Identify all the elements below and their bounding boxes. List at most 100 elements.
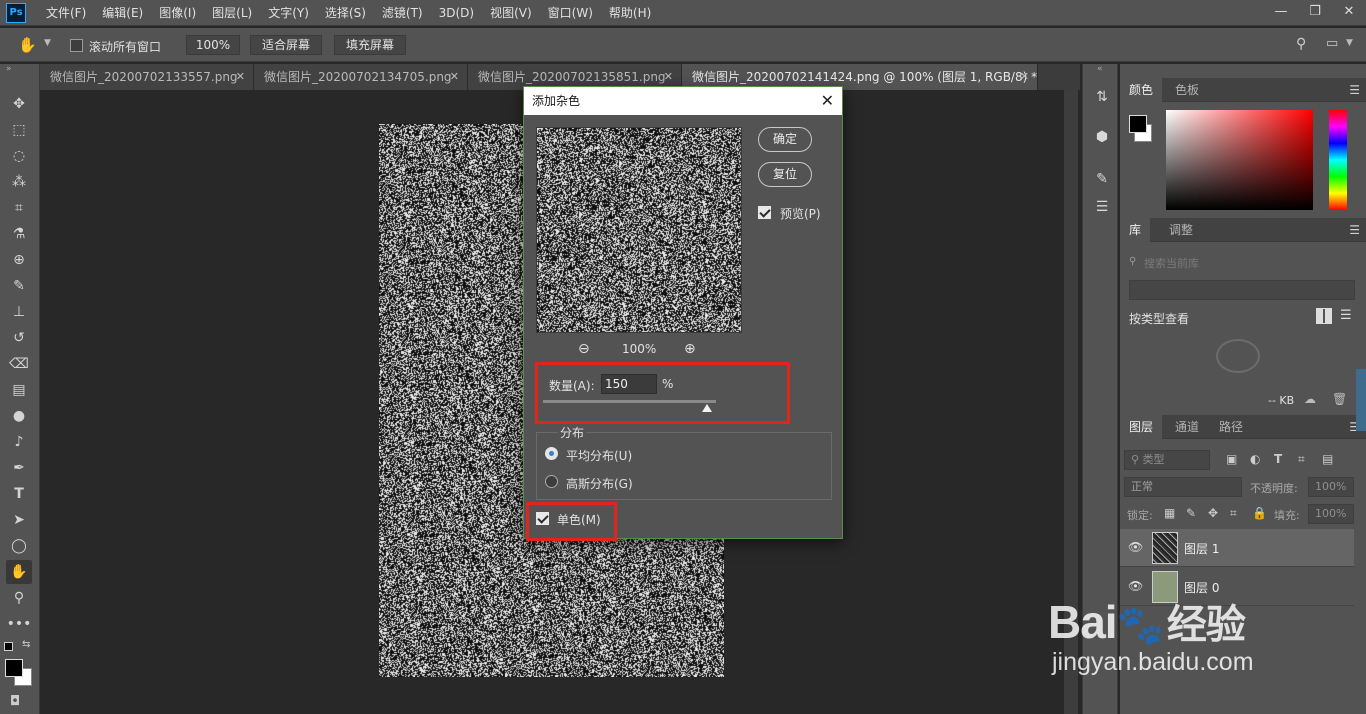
lasso-tool-icon[interactable]: ◌ bbox=[6, 144, 32, 168]
pen-tool-icon[interactable]: ✒ bbox=[6, 456, 32, 480]
tab-layers[interactable]: 图层 bbox=[1120, 415, 1163, 439]
lock-artboard-icon[interactable]: ⌗ bbox=[1230, 506, 1237, 521]
panel-scrollbar[interactable] bbox=[1356, 369, 1366, 431]
opacity-input[interactable]: 100% bbox=[1308, 477, 1354, 497]
menu-item[interactable]: 3D(D) bbox=[431, 0, 482, 26]
menu-item[interactable]: 选择(S) bbox=[317, 0, 374, 26]
healing-brush-tool-icon[interactable]: ⊕ bbox=[6, 248, 32, 272]
ok-button[interactable]: 确定 bbox=[758, 127, 812, 152]
cloud-sync-icon[interactable]: ☁ bbox=[1304, 392, 1316, 406]
restore-icon[interactable]: ❐ bbox=[1298, 0, 1332, 26]
tool-preset-chevron-icon[interactable]: ▼ bbox=[44, 38, 51, 48]
tab-close-icon[interactable]: ✕ bbox=[1020, 64, 1029, 90]
lock-position-icon[interactable]: ✥ bbox=[1208, 506, 1218, 520]
brush-settings-icon[interactable]: ✎ bbox=[1091, 168, 1113, 190]
layer-row[interactable]: 👁 图层 1 bbox=[1120, 529, 1354, 567]
amount-slider-thumb[interactable] bbox=[702, 404, 712, 412]
color-panel-foreground-swatch[interactable] bbox=[1129, 115, 1147, 133]
blur-tool-icon[interactable]: ● bbox=[6, 404, 32, 428]
clone-stamp-tool-icon[interactable]: ⊥ bbox=[6, 300, 32, 324]
fit-screen-button[interactable]: 适合屏幕 bbox=[250, 35, 322, 55]
lock-transparency-icon[interactable]: ▦ bbox=[1164, 506, 1175, 520]
menu-item[interactable]: 滤镜(T) bbox=[374, 0, 431, 26]
filter-preview[interactable] bbox=[536, 127, 742, 333]
tab-paths[interactable]: 路径 bbox=[1210, 415, 1252, 439]
panel-menu-icon[interactable]: ☰ bbox=[1349, 218, 1360, 242]
tab-color[interactable]: 颜色 bbox=[1120, 78, 1163, 102]
close-icon[interactable]: ✕ bbox=[821, 87, 834, 115]
uniform-radio[interactable] bbox=[545, 447, 558, 460]
collapse-strip-icon[interactable]: « bbox=[1097, 64, 1103, 74]
lock-pixels-icon[interactable]: ✎ bbox=[1186, 506, 1196, 520]
properties-icon[interactable]: ☰ bbox=[1091, 196, 1113, 218]
eraser-tool-icon[interactable]: ⌫ bbox=[6, 352, 32, 376]
menu-item[interactable]: 文字(Y) bbox=[260, 0, 317, 26]
menu-item[interactable]: 窗口(W) bbox=[540, 0, 601, 26]
path-selection-tool-icon[interactable]: ➤ bbox=[6, 508, 32, 532]
more-tools-icon[interactable]: ••• bbox=[6, 612, 32, 636]
move-tool-icon[interactable]: ✥ bbox=[6, 92, 32, 116]
workspace-chevron-icon[interactable]: ▼ bbox=[1346, 38, 1353, 48]
menu-item[interactable]: 文件(F) bbox=[38, 0, 94, 26]
tab-channels[interactable]: 通道 bbox=[1166, 415, 1208, 439]
menu-item[interactable]: 编辑(E) bbox=[94, 0, 151, 26]
document-tab[interactable]: 微信图片_20200702134705.png ✕ bbox=[254, 64, 468, 90]
tab-swatches[interactable]: 色板 bbox=[1166, 78, 1208, 102]
zoom-out-icon[interactable]: ⊖ bbox=[578, 341, 590, 357]
blend-mode-select[interactable]: 正常 bbox=[1124, 477, 1242, 497]
tab-library[interactable]: 库 bbox=[1120, 218, 1151, 242]
color-field[interactable] bbox=[1166, 110, 1313, 210]
pixel-filter-icon[interactable]: ▣ bbox=[1226, 452, 1237, 466]
quick-mask-icon[interactable]: ◘ bbox=[10, 694, 20, 709]
visibility-eye-icon[interactable]: 👁 bbox=[1128, 579, 1143, 593]
hue-slider[interactable] bbox=[1329, 110, 1347, 210]
dodge-tool-icon[interactable]: ♪ bbox=[6, 430, 32, 454]
amount-slider[interactable] bbox=[543, 400, 716, 403]
marquee-tool-icon[interactable]: ⬚ bbox=[6, 118, 32, 142]
library-view-label[interactable]: 按类型查看 bbox=[1129, 310, 1189, 327]
close-window-icon[interactable]: ✕ bbox=[1332, 0, 1366, 26]
3d-icon[interactable]: ⬢ bbox=[1091, 126, 1113, 148]
history-brush-tool-icon[interactable]: ↺ bbox=[6, 326, 32, 350]
visibility-eye-icon[interactable]: 👁 bbox=[1128, 540, 1143, 554]
eyedropper-tool-icon[interactable]: ⚗ bbox=[6, 222, 32, 246]
gradient-tool-icon[interactable]: ▤ bbox=[6, 378, 32, 402]
menu-item[interactable]: 图层(L) bbox=[204, 0, 260, 26]
foreground-color-swatch[interactable] bbox=[5, 659, 23, 677]
tab-close-icon[interactable]: ✕ bbox=[450, 64, 459, 90]
history-icon[interactable]: ⇅ bbox=[1091, 86, 1113, 108]
zoom-in-icon[interactable]: ⊕ bbox=[684, 341, 696, 357]
search-icon[interactable]: ⚲ bbox=[1296, 36, 1306, 52]
preview-checkbox[interactable] bbox=[758, 206, 771, 219]
panel-menu-icon[interactable]: ☰ bbox=[1349, 78, 1360, 102]
reset-button[interactable]: 复位 bbox=[758, 162, 812, 187]
tab-adjustments[interactable]: 调整 bbox=[1160, 218, 1202, 242]
library-search-input[interactable]: 搜索当前库 bbox=[1144, 255, 1199, 271]
hand-tool-icon[interactable]: ✋ bbox=[18, 36, 37, 54]
type-tool-icon[interactable]: T bbox=[6, 482, 32, 506]
amount-input[interactable]: 150 bbox=[601, 374, 657, 394]
monochromatic-checkbox[interactable] bbox=[536, 512, 549, 525]
trash-icon[interactable]: 🗑 bbox=[1332, 392, 1347, 406]
zoom-tool-icon[interactable]: ⚲ bbox=[6, 586, 32, 610]
menu-item[interactable]: 帮助(H) bbox=[601, 0, 659, 26]
tab-close-icon[interactable]: ✕ bbox=[236, 64, 245, 90]
swap-colors-icon[interactable]: ⇆ bbox=[22, 639, 30, 650]
ellipse-tool-icon[interactable]: ◯ bbox=[6, 534, 32, 558]
hand-tool-icon[interactable]: ✋ bbox=[6, 560, 32, 584]
lock-all-icon[interactable]: 🔒 bbox=[1252, 506, 1267, 520]
gaussian-radio[interactable] bbox=[545, 475, 558, 488]
workspace-icon[interactable]: ▭ bbox=[1326, 36, 1338, 51]
minimize-icon[interactable]: — bbox=[1264, 0, 1298, 26]
fill-input[interactable]: 100% bbox=[1308, 504, 1354, 524]
list-view-icon[interactable]: ☰ bbox=[1340, 308, 1352, 323]
zoom-100-button[interactable]: 100% bbox=[186, 35, 240, 55]
grid-view-icon[interactable] bbox=[1316, 308, 1332, 324]
fill-screen-button[interactable]: 填充屏幕 bbox=[334, 35, 406, 55]
scroll-all-windows-checkbox[interactable] bbox=[70, 39, 83, 52]
layer-filter-select[interactable]: ⚲ 类型 bbox=[1124, 450, 1210, 470]
document-tab[interactable]: 微信图片_20200702133557.png ✕ bbox=[40, 64, 254, 90]
crop-tool-icon[interactable]: ⌗ bbox=[6, 196, 32, 220]
adjustment-filter-icon[interactable]: ◐ bbox=[1250, 452, 1260, 466]
smart-object-filter-icon[interactable]: ▤ bbox=[1322, 452, 1333, 466]
